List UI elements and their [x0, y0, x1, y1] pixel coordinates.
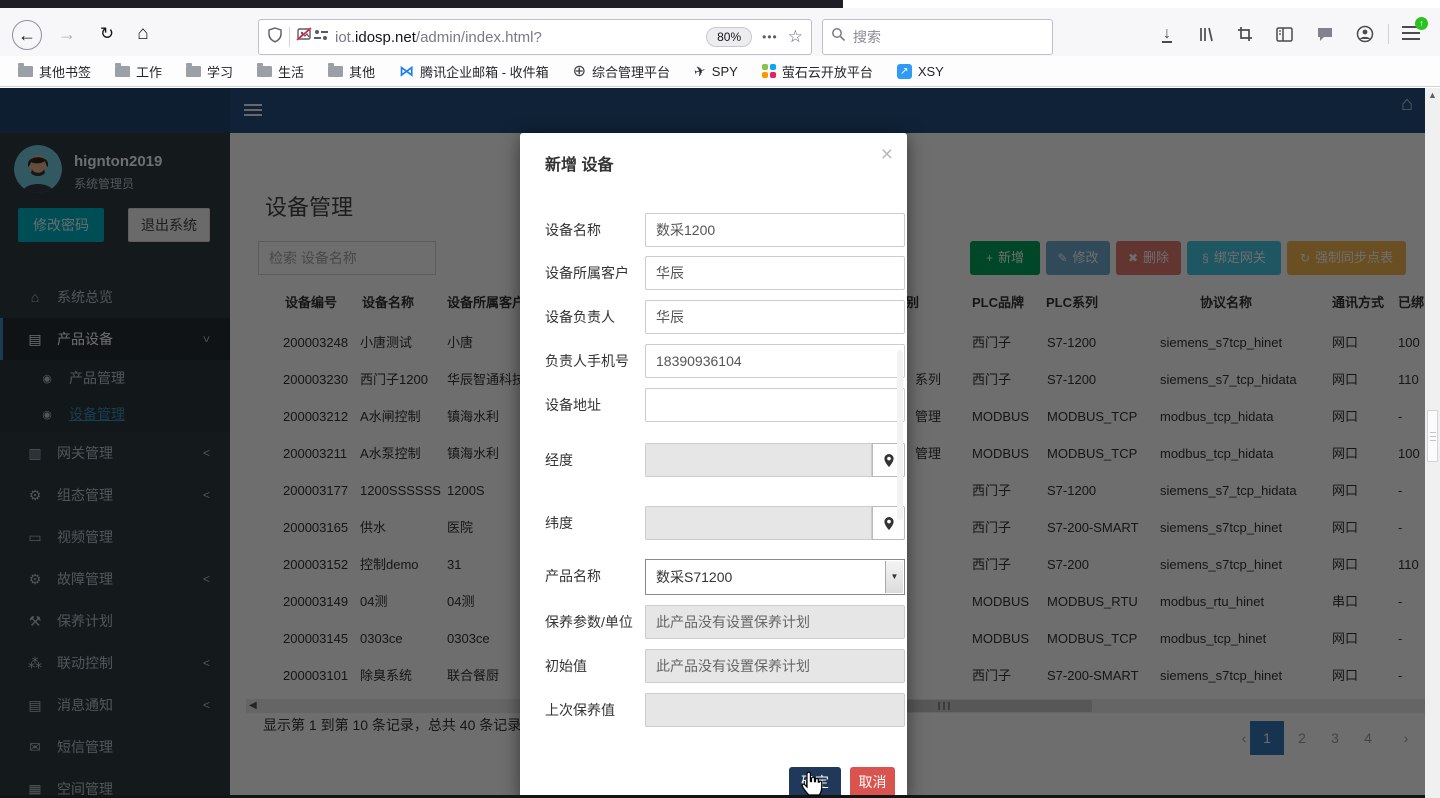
field-label: 设备负责人 [545, 300, 645, 334]
bookmark-label: 工作 [136, 62, 162, 81]
bookmark-label: XSY [918, 64, 944, 79]
field-label: 产品名称 [545, 559, 645, 593]
field-input-设备所属客户[interactable]: 华辰 [645, 256, 905, 290]
home-button[interactable]: ⌂ [128, 20, 158, 50]
browser-toolbar: ← → ↻ ⌂ iot.idosp.net/admin/index.html? … [0, 8, 1440, 56]
field-input-纬度[interactable] [645, 506, 872, 540]
bookmark-item[interactable]: ⊕ 综合管理平台 [573, 61, 670, 81]
bookmark-star-icon[interactable]: ☆ [788, 27, 803, 47]
field-label: 上次保养值 [545, 693, 645, 727]
screenshot-icon[interactable] [1233, 22, 1257, 46]
page-actions-icon[interactable]: ••• [762, 30, 778, 44]
folder-icon [115, 66, 130, 77]
bookmark-item[interactable]: 生活 [257, 62, 304, 81]
library-icon[interactable] [1194, 22, 1218, 46]
screen: ← → ↻ ⌂ iot.idosp.net/admin/index.html? … [0, 0, 1440, 798]
bookmark-label: 生活 [278, 62, 304, 81]
modal-scrollbar[interactable] [897, 350, 903, 520]
bookmark-item[interactable]: ⋈ 腾讯企业邮箱 - 收件箱 [399, 62, 549, 81]
field-label: 初始值 [545, 649, 645, 683]
field-input-上次保养值 [645, 693, 905, 727]
account-icon[interactable] [1353, 22, 1377, 46]
bookmark-label: 萤石云开放平台 [782, 62, 873, 81]
field-input-经度[interactable] [645, 443, 872, 477]
field-input-设备负责人[interactable]: 华辰 [645, 300, 905, 334]
bookmark-item[interactable]: 其他书签 [18, 62, 91, 81]
browser-search-bar[interactable]: 搜索 [822, 19, 1053, 55]
dropdown-arrow-icon[interactable]: ▼ [885, 561, 903, 593]
location-pin-icon [883, 516, 895, 531]
divider [289, 27, 290, 47]
field-select-产品名称[interactable]: 数采S71200▼ [645, 559, 905, 595]
folder-icon [328, 66, 343, 77]
page-scrollbar[interactable]: ▲ [1425, 88, 1440, 798]
bookmark-label: 腾讯企业邮箱 - 收件箱 [420, 62, 549, 81]
bookmark-label: 学习 [207, 62, 233, 81]
folder-icon [257, 66, 272, 77]
scroll-up-icon[interactable]: ▲ [1425, 90, 1440, 100]
app-menu-icon[interactable]: ↑ [1402, 24, 1424, 44]
images-blocked-icon[interactable] [296, 27, 313, 47]
cancel-button[interactable]: 取消 [850, 767, 895, 798]
bookmark-item[interactable]: ✈ SPY [694, 63, 738, 80]
bookmark-item[interactable]: ↗ XSY [897, 64, 944, 79]
bookmark-item[interactable]: 学习 [186, 62, 233, 81]
bookmark-item[interactable]: 工作 [115, 62, 162, 81]
search-icon [831, 27, 846, 47]
bookmark-item[interactable]: 其他 [328, 62, 375, 81]
permissions-icon[interactable] [313, 28, 329, 47]
add-device-modal: 新增 设备 × 设备名称数采1200设备所属客户华辰设备负责人华辰负责人手机号1… [520, 133, 907, 798]
sidebar-toggle-icon[interactable] [1272, 22, 1296, 46]
arrow-favicon: ↗ [897, 64, 912, 79]
field-input-保养参数/单位: 此产品没有设置保养计划 [645, 605, 905, 639]
update-badge: ↑ [1415, 17, 1428, 30]
mail-favicon: ⋈ [399, 62, 414, 80]
field-input-设备名称[interactable]: 数采1200 [645, 213, 905, 247]
downloads-icon[interactable]: ↓ [1155, 22, 1179, 46]
window-titlebar [0, 0, 1440, 8]
close-icon[interactable]: × [881, 143, 893, 167]
field-input-负责人手机号[interactable]: 18390936104 [645, 344, 905, 378]
location-pin-icon [883, 453, 895, 468]
folder-icon [18, 66, 33, 77]
mouse-cursor [800, 769, 824, 797]
messages-icon[interactable] [1313, 22, 1337, 46]
globe-favicon: ⊕ [573, 61, 586, 81]
divider [1388, 24, 1389, 44]
field-input-初始值: 此产品没有设置保养计划 [645, 649, 905, 683]
bookmark-label: 综合管理平台 [592, 62, 670, 81]
reload-button[interactable]: ↻ [92, 20, 122, 50]
scrollbar-thumb[interactable] [1427, 410, 1438, 462]
folder-icon [186, 66, 201, 77]
bookmark-label: SPY [712, 64, 738, 79]
modal-title: 新增 设备 [545, 151, 613, 175]
bookmark-label: 其他书签 [39, 62, 91, 81]
field-label: 纬度 [545, 506, 645, 540]
field-label: 设备名称 [545, 213, 645, 247]
zoom-level-badge[interactable]: 80% [706, 27, 752, 47]
field-label: 设备所属客户 [545, 256, 645, 290]
tab-strip [0, 0, 843, 8]
search-placeholder: 搜索 [853, 27, 881, 47]
field-label: 设备地址 [545, 388, 645, 422]
field-label: 保养参数/单位 [545, 605, 645, 639]
back-button[interactable]: ← [12, 20, 42, 50]
bookmark-label: 其他 [349, 62, 375, 81]
url-bar[interactable]: iot.idosp.net/admin/index.html? 80% ••• … [258, 19, 812, 55]
field-label: 负责人手机号 [545, 344, 645, 378]
field-input-设备地址[interactable] [645, 388, 905, 422]
bookmarks-bar: 其他书签 工作 学习 生活 其他 ⋈ 腾讯企业邮箱 - 收件箱 ⊕ 综合管理平台 ✈ SPY 萤石云开… [0, 56, 1440, 87]
forward-button[interactable]: → [52, 20, 82, 50]
colored-dots-favicon [762, 64, 776, 78]
field-label: 经度 [545, 443, 645, 477]
plane-favicon: ✈ [692, 61, 708, 80]
url-text: iot.idosp.net/admin/index.html? [335, 29, 706, 46]
shield-icon[interactable] [267, 27, 283, 48]
bookmark-item[interactable]: 萤石云开放平台 [762, 62, 873, 81]
